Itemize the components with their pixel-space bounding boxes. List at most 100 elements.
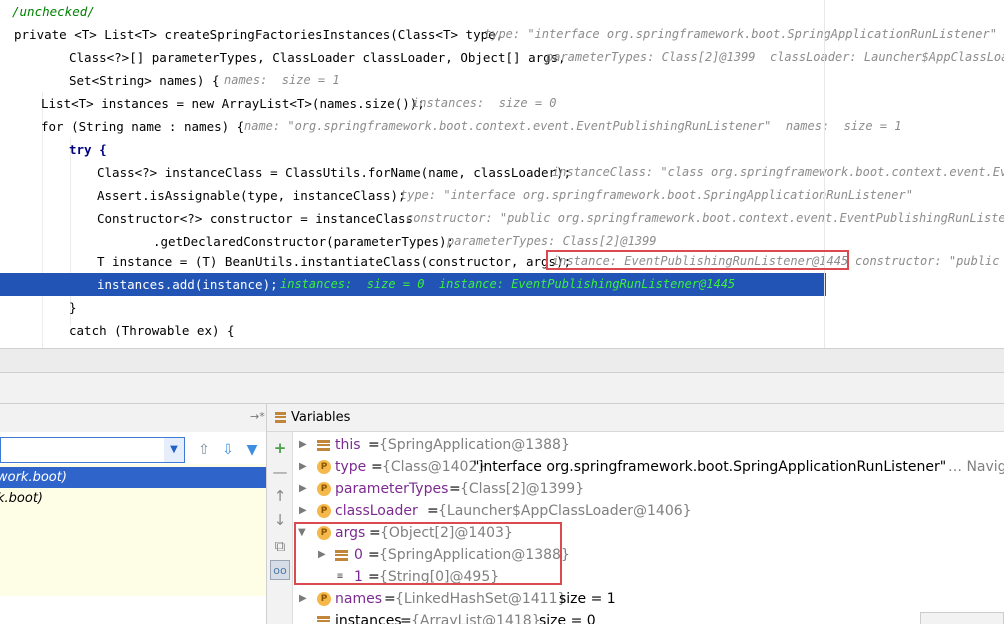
variable-name: 0 [354,547,363,563]
expand-icon[interactable]: ▶ [299,478,307,500]
expand-icon[interactable]: ▶ [299,456,307,478]
equals-sign: = [427,503,439,519]
frame-label: k.boot) [0,491,43,506]
code-line: for (String name : names) { name: "org.s… [0,115,1004,138]
pin-icon[interactable]: →* [250,410,265,423]
code-line: private <T> List<T> createSpringFactorie… [0,23,1004,46]
variable-row[interactable]: instances = {ArrayList@1418} size = 0 [293,610,1004,624]
frames-list: work.boot) k.boot) [0,464,266,596]
variable-row[interactable]: ▶ this = {SpringApplication@1388} [293,434,1004,456]
equals-sign: = [369,525,381,541]
variables-toolbar: + — ↑ ↓ ⧉ oo [267,432,293,624]
parameter-icon: P [317,592,331,606]
variable-size: size = 1 [559,591,616,607]
debug-inline-hint: constructor: "public o [855,254,1004,268]
parameter-icon: P [317,460,331,474]
variable-value: {LinkedHashSet@1411} [395,591,567,607]
variable-name: names [335,591,382,607]
variable-row[interactable]: ▶ 0 = {SpringApplication@1388} [293,544,1004,566]
variables-header: Variables [267,404,1004,432]
variable-value: {String[0]@495} [379,569,500,585]
variable-row[interactable]: ▶ P classLoader = {Launcher$AppClassLoad… [293,500,1004,522]
frame-item[interactable]: k.boot) [0,488,266,509]
equals-sign: = [368,547,380,563]
equals-sign: = [449,481,461,497]
thread-select[interactable]: ▼ [0,437,185,463]
variable-name: type [335,459,367,475]
debug-inline-hint: instance: EventPublishingRunListener@144… [552,254,849,268]
parameter-icon: P [317,482,331,496]
popup-edge [920,612,1004,624]
code-line: List<T> instances = new ArrayList<T>(nam… [0,92,1004,115]
debug-inline-hint: names: size = 1 [224,73,340,87]
collapse-icon[interactable]: ▼ [298,522,306,544]
debug-toolbar [0,372,1004,404]
debug-inline-hint: instanceClass: "class org.springframewor… [552,165,1004,179]
field-icon [317,616,330,624]
annotation-text: /unchecked/ [12,4,95,19]
current-execution-line: instances.add(instance); instances: size… [0,273,826,296]
code-line: } [0,296,1004,319]
add-watch-button[interactable]: + [270,438,290,458]
code-text: Constructor<?> constructor = instanceCla… [97,211,414,226]
expand-icon[interactable]: ▶ [318,544,326,566]
variable-row[interactable]: ▼ P args = {Object[2]@1403} [293,522,1004,544]
code-line: Constructor<?> constructor = instanceCla… [0,207,1004,230]
variable-value: {SpringApplication@1388} [379,547,570,563]
show-watches-button[interactable]: oo [270,560,290,580]
frame-item[interactable]: work.boot) [0,467,266,488]
arrow-up-icon[interactable]: ⇧ [194,440,214,460]
debug-inline-hint: type: "interface org.springframework.boo… [400,188,913,202]
right-margin-guide [824,0,825,348]
move-down-button[interactable]: ↓ [270,510,290,530]
code-text: T instance = (T) BeanUtils.instantiateCl… [97,254,572,269]
code-text: Class<?>[] parameterTypes, ClassLoader c… [69,50,566,65]
equals-sign: = [371,459,383,475]
variable-size: size = 0 [539,613,596,624]
expand-icon[interactable]: ▶ [299,588,307,610]
variables-title: Variables [291,410,351,425]
debug-inline-hint: name: "org.springframework.boot.context.… [244,119,902,133]
frames-header: →* [0,404,266,432]
code-line: Assert.isAssignable(type, instanceClass)… [0,184,1004,207]
arrow-down-icon[interactable]: ⇩ [218,440,238,460]
variable-row[interactable]: ▶ P names = {LinkedHashSet@1411} size = … [293,588,1004,610]
code-text: Assert.isAssignable(type, instanceClass)… [97,188,406,203]
variable-value: {SpringApplication@1388} [379,437,570,453]
editor-bottom-border [0,348,1004,372]
variable-row[interactable]: ▶ P parameterTypes = {Class[2]@1399} [293,478,1004,500]
variable-value: {Object[2]@1403} [380,525,513,541]
variable-name: instances [335,613,402,624]
variable-row[interactable]: ≡ 1 = {String[0]@495} [293,566,1004,588]
equals-sign: = [384,591,396,607]
chevron-down-icon[interactable]: ▼ [164,438,184,462]
expand-icon[interactable]: ▶ [299,500,307,522]
equals-sign: = [368,569,380,585]
navigate-link[interactable]: … Navig [948,456,1004,478]
parameter-icon: P [317,526,331,540]
code-text: List<T> instances = new ArrayList<T>(nam… [41,96,425,111]
parameter-icon: P [317,504,331,518]
code-line: /unchecked/ [0,0,1004,23]
variable-name: args [335,525,366,541]
code-text: catch (Throwable ex) { [69,323,235,338]
remove-watch-button[interactable]: — [270,462,290,482]
variable-name: parameterTypes [335,481,449,497]
variables-panel: Variables + — ↑ ↓ ⧉ oo ▶ this = {SpringA… [266,404,1004,624]
variable-value: {Class@1402} [382,459,487,475]
expand-icon[interactable]: ▶ [299,434,307,456]
equals-sign: = [400,613,412,624]
code-editor[interactable]: /unchecked/ private <T> List<T> createSp… [0,0,1004,348]
code-line: catch (Throwable ex) { [0,319,1004,342]
variable-row[interactable]: ▶ P type = {Class@1402} "interface org.s… [293,456,1004,478]
code-text: try { [69,142,107,157]
code-text: Set<String> names) { [69,73,220,88]
move-up-button[interactable]: ↑ [270,486,290,506]
code-text: } [69,300,77,315]
array-icon: ≡ [337,571,344,582]
copy-button[interactable]: ⧉ [270,536,290,556]
code-text: instances.add(instance); [97,277,278,292]
debug-inline-hint: constructor: "public org.springframework… [406,211,1004,225]
code-line: Class<?> instanceClass = ClassUtils.forN… [0,161,1004,184]
filter-icon[interactable]: ▼ [242,440,262,460]
